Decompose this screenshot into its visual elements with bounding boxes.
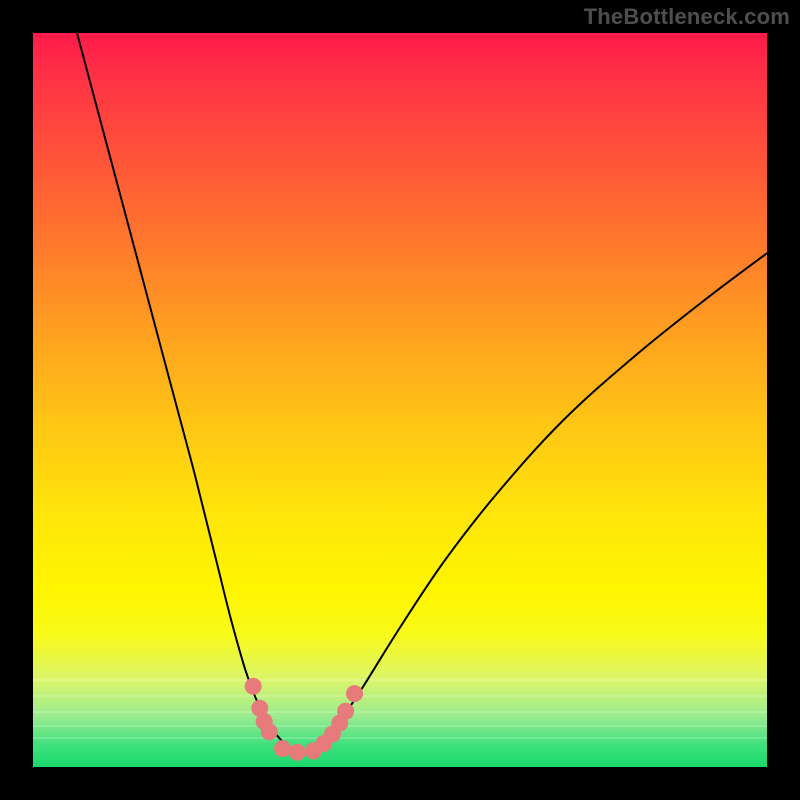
curve-left bbox=[77, 33, 301, 752]
plot-area bbox=[33, 33, 767, 767]
chart-frame: TheBottleneck.com bbox=[0, 0, 800, 800]
highlight-dot bbox=[245, 678, 262, 695]
highlight-dots bbox=[245, 678, 363, 761]
curve-right bbox=[301, 253, 767, 752]
highlight-dot bbox=[346, 685, 363, 702]
attribution-text: TheBottleneck.com bbox=[584, 4, 790, 30]
curve-layer bbox=[33, 33, 767, 767]
highlight-dot bbox=[261, 723, 278, 740]
highlight-dot bbox=[274, 740, 291, 757]
highlight-dot bbox=[337, 703, 354, 720]
highlight-dot bbox=[289, 744, 306, 761]
